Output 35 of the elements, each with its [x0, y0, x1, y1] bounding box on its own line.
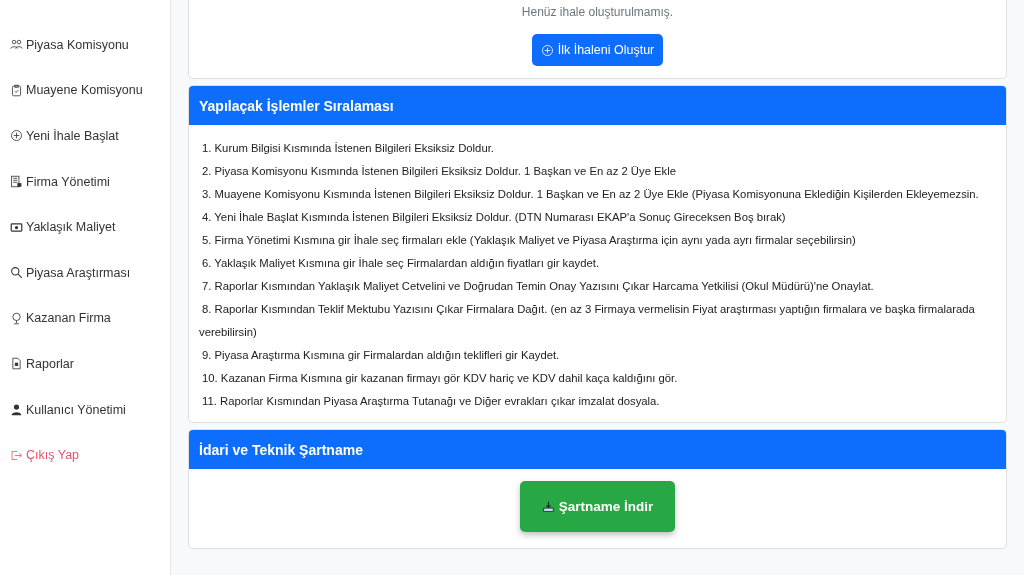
- clipboard-icon: [10, 83, 23, 97]
- plus-circle-icon: [10, 129, 23, 143]
- step-text: 3. Muayene Komisyonu Kısmında İstenen Bilgileri Eksiksiz Doldur. 1 Başkan ve En az 2 Üye Ekle (Piyasa Komisyonuna Eklediğin Kişilerden Ekleyemezsin.: [201, 187, 980, 202]
- step-text: 1. Kurum Bilgisi Kısmında İstenen Bilgileri Eksiksiz Doldur.: [201, 141, 495, 156]
- sidebar-item[interactable]: Yaklaşık Maliyet: [10, 204, 170, 250]
- logout-link[interactable]: Çıkış Yap: [10, 432, 170, 478]
- search-icon: [10, 266, 23, 280]
- step-text: 11. Raporlar Kısmından Piyasa Araştırma Tutanağı ve Diğer evrakları çıkar imzalat dosyala.: [201, 394, 661, 409]
- sidebar-item[interactable]: Piyasa Komisyonu: [10, 22, 170, 68]
- step-text: 2. Piyasa Komisyonu Kısmında İstenen Bilgileri Eksiksiz Doldur. 1 Başkan ve En az 2 Üye Ekle: [201, 164, 678, 179]
- step-text: 8. Raporlar Kısmından Teklif Mektubu Yazısını Çıkar Firmalara Dağıt. (en az 3 Firmaya vermelisin Fiyat araştırması yaptığın firmalara ve başka firmalarada verebilirsin): [199, 302, 976, 340]
- sidebar-item[interactable]: Raporlar: [10, 341, 170, 387]
- logout-icon: [10, 448, 23, 462]
- document-icon: [10, 357, 23, 371]
- step-text: 4. Yeni İhale Başlat Kısmında İstenen Bilgileri Eksiksiz Doldur. (DTN Numarası EKAP'a Sonuç Gireceksen Boş bırak): [201, 210, 787, 225]
- card-title: Yapılaçak İşlemler Sıralaması: [189, 86, 1006, 125]
- cash-icon: [10, 220, 23, 234]
- step-text: 7. Raporlar Kısmından Yaklaşık Maliyet Cetvelini ve Doğrudan Temin Onay Yazısını Çıkar Harcama Yetkilisi (Okul Müdürü)'ne Onaylat.: [201, 279, 875, 294]
- card-title: İdari ve Teknik Şartname: [189, 430, 1006, 469]
- people-icon: [10, 38, 23, 52]
- sidebar-item[interactable]: Kazanan Firma: [10, 295, 170, 342]
- plus-circle-icon: [540, 43, 554, 57]
- user-icon: [10, 403, 23, 417]
- step-text: 6. Yaklaşık Maliyet Kısmına gir İhale seç Firmalardan aldığın fiyatları gir kaydet.: [201, 256, 601, 271]
- sidebar-item[interactable]: Piyasa Araştırması: [10, 249, 170, 296]
- download-tray-icon: [541, 500, 555, 513]
- step-text: 5. Firma Yönetimi Kısmına gir İhale seç firmaları ekle (Yaklaşık Maliyet ve Piyasa Araştırma için aynı yada ayrı firmalar seçebilirsin): [201, 233, 857, 248]
- create-tender-button[interactable]: İlk İhaleni Oluştur: [531, 34, 664, 66]
- step-text: 9. Piyasa Araştırma Kısmına gir Firmalardan aldığın teklifleri gir Kaydet.: [201, 348, 561, 363]
- sidebar-item[interactable]: Muayene Komisyonu: [10, 67, 170, 114]
- empty-message: Henüz ihale oluşturulmamış.: [521, 5, 674, 19]
- sidebar-item[interactable]: Yeni İhale Başlat: [10, 113, 170, 159]
- step-text: 10. Kazanan Firma Kısmına gir kazanan firmayı gör KDV hariç ve KDV dahil kaça kaldığını gör.: [201, 371, 679, 386]
- sidebar-item[interactable]: Kullanıcı Yönetimi: [10, 386, 170, 433]
- sidebar-item[interactable]: Firma Yönetimi: [10, 158, 170, 205]
